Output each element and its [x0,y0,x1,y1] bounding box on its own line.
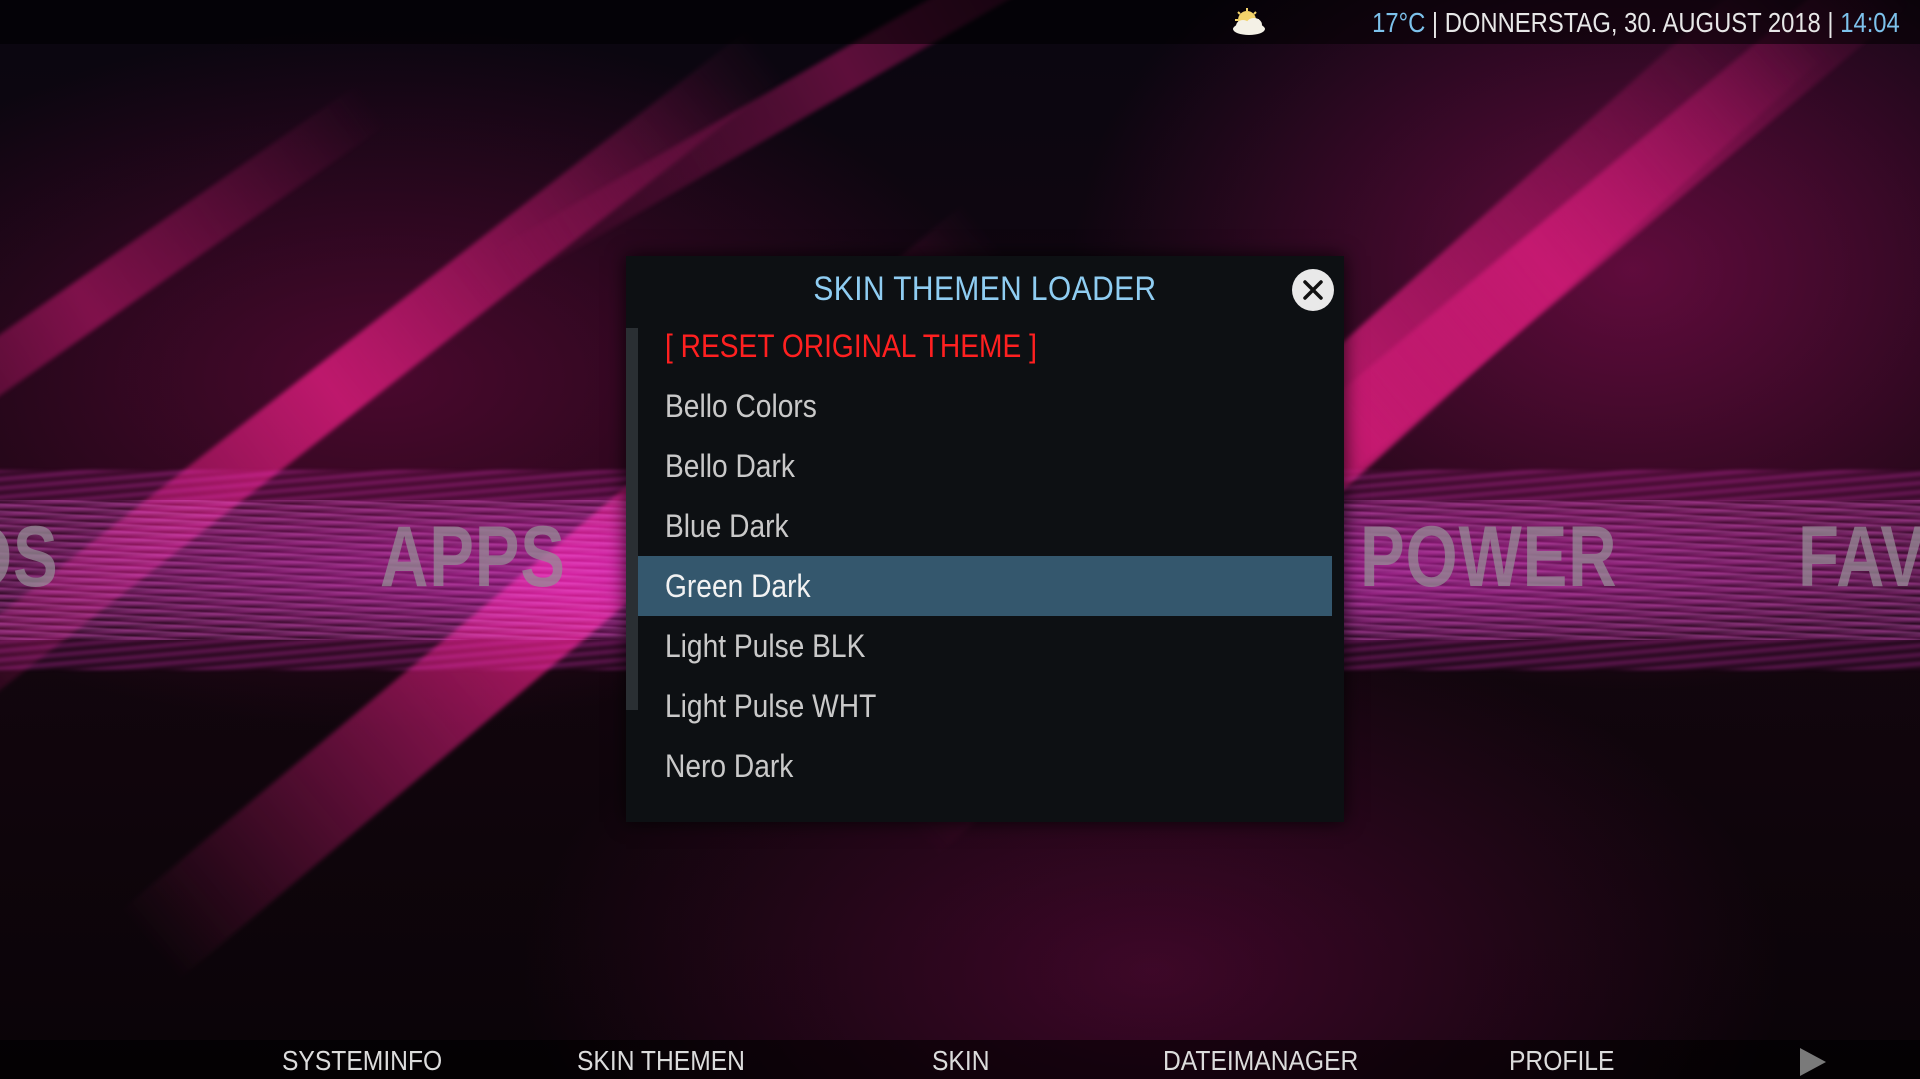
home-menu-os[interactable]: OS [0,508,58,607]
separator: | [1827,7,1834,38]
list-item[interactable]: Blue Dark [638,496,1332,556]
list-item[interactable]: Bello Colors [638,376,1332,436]
bottom-submenu-bar: SYSTEMINFO SKIN THEMEN SKIN DATEIMANAGER… [0,1040,1920,1079]
submenu-skin[interactable]: SKIN [932,1043,997,1079]
list-scrollbar[interactable] [626,328,638,710]
list-item[interactable]: Nero Dark [638,736,1332,796]
skin-theme-loader-dialog: SKIN THEMEN LOADER [ RESET ORIGINAL THEM… [626,256,1344,822]
submenu-profile[interactable]: PROFILE [1509,1043,1629,1079]
date: DONNERSTAG, 30. AUGUST 2018 [1444,7,1822,38]
list-item[interactable]: Light Pulse BLK [638,616,1332,676]
separator: | [1432,7,1439,38]
close-icon [1303,280,1323,300]
list-item[interactable]: Bello Dark [638,436,1332,496]
temperature: 17°C [1372,7,1426,38]
home-menu-favourites[interactable]: FAVO [1798,508,1920,607]
arrow-right-icon[interactable] [1800,1048,1826,1076]
top-status-bar: 17°C | DONNERSTAG, 30. AUGUST 2018 | 14:… [0,0,1920,44]
dialog-title: SKIN THEMEN LOADER [813,270,1157,308]
home-menu-power[interactable]: POWER [1360,508,1617,607]
list-item-reset-theme[interactable]: [ RESET ORIGINAL THEME ] [638,316,1332,376]
list-item-selected[interactable]: Green Dark [638,556,1332,616]
status-info: 17°C | DONNERSTAG, 30. AUGUST 2018 | 14:… [1229,6,1900,40]
home-menu-apps[interactable]: APPS [380,508,566,607]
close-button[interactable] [1292,269,1334,311]
list-item[interactable]: Light Pulse WHT [638,676,1332,736]
time: 14:04 [1840,7,1900,38]
submenu-skin-themen[interactable]: SKIN THEMEN [577,1043,768,1079]
submenu-systeminfo[interactable]: SYSTEMINFO [282,1043,464,1079]
submenu-dateimanager[interactable]: DATEIMANAGER [1163,1043,1385,1079]
theme-list: [ RESET ORIGINAL THEME ] Bello Colors Be… [638,316,1332,796]
sun-cloud-icon [1233,8,1266,35]
